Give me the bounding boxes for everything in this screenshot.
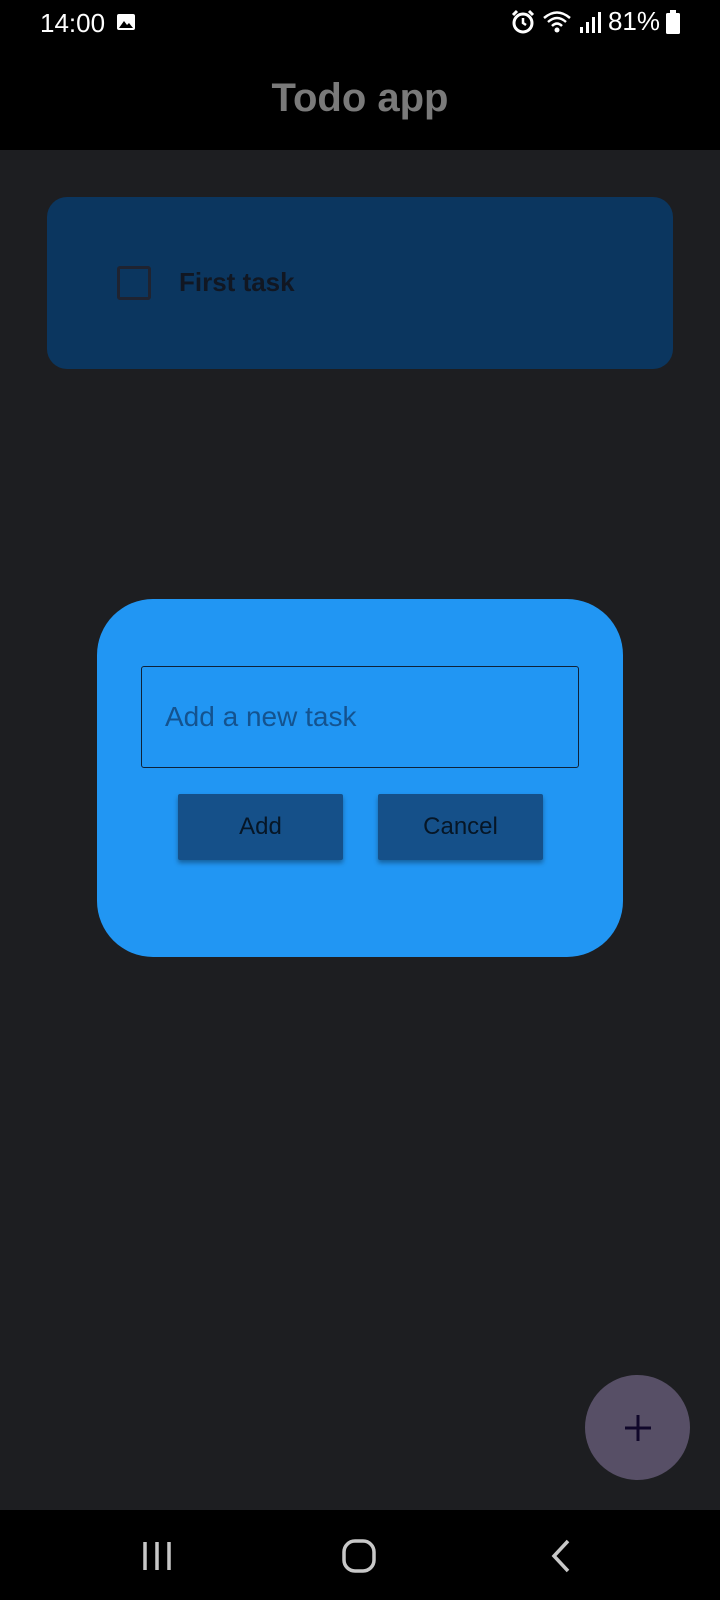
add-button[interactable]: Add: [178, 794, 343, 860]
battery-percent: 81%: [607, 6, 660, 36]
cancel-button[interactable]: Cancel: [378, 794, 543, 860]
status-time: 14:00: [40, 8, 106, 38]
task-card: First task: [47, 197, 673, 369]
recents-icon: [143, 1542, 171, 1570]
page-title: Todo app: [271, 75, 449, 120]
home-button[interactable]: [329, 1534, 389, 1578]
recents-button[interactable]: [127, 1534, 187, 1578]
task-list-area: First task Add Cancel: [0, 150, 720, 1510]
task-checkbox[interactable]: [117, 266, 151, 300]
image-icon: [117, 14, 135, 30]
app-bar: Todo app: [0, 46, 720, 150]
status-bar: 14:00 81%: [0, 0, 720, 46]
add-task-dialog: Add Cancel: [97, 599, 623, 957]
back-icon: [551, 1539, 570, 1573]
back-button[interactable]: [531, 1534, 591, 1578]
home-icon: [342, 1539, 376, 1573]
signal-icon: [579, 11, 601, 33]
new-task-input[interactable]: [141, 666, 579, 768]
plus-icon: [624, 1414, 651, 1441]
navigation-bar: [0, 1510, 720, 1600]
alarm-icon: [511, 9, 535, 33]
battery-icon: [666, 9, 680, 34]
add-task-fab[interactable]: [585, 1375, 690, 1480]
task-label: First task: [179, 267, 295, 297]
status-icons: 81%: [510, 6, 680, 37]
wifi-icon: [543, 10, 571, 32]
